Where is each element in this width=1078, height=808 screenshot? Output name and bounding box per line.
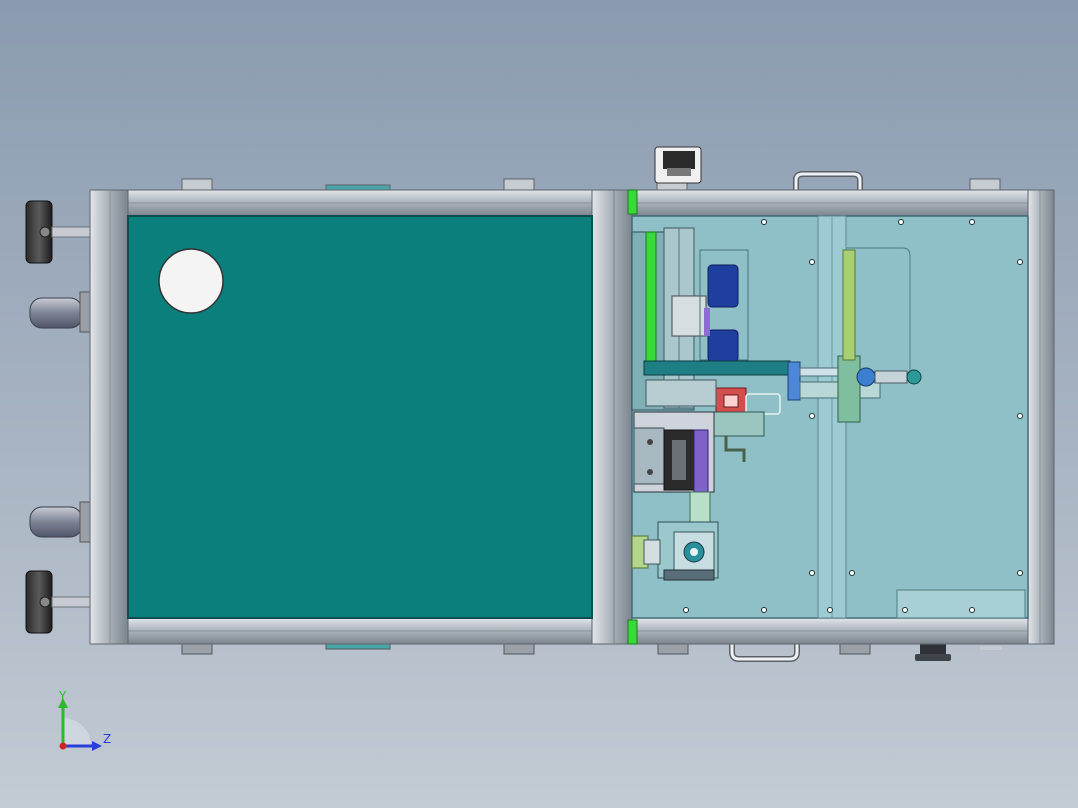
- bottom-fittings: [181, 643, 871, 655]
- wheel-bottom: [25, 570, 93, 634]
- left-panel: [127, 215, 593, 619]
- cad-model-top-view[interactable]: Y Z: [0, 0, 1078, 808]
- green-marker-top: [627, 189, 638, 215]
- graphics-viewport[interactable]: Y Z: [0, 0, 1078, 808]
- bottom-foot: [915, 644, 1002, 661]
- panel-hole: [158, 248, 224, 314]
- z-axis-label: Z: [103, 732, 111, 746]
- caster-bottom: [29, 501, 93, 543]
- y-axis-label: Y: [58, 689, 67, 703]
- view-triad: Y Z: [58, 689, 111, 751]
- caster-top: [29, 291, 93, 333]
- top-fittings: [181, 177, 1001, 191]
- wheel-top: [25, 200, 93, 264]
- top-sensor-box: [654, 146, 702, 184]
- top-handle: [793, 171, 863, 190]
- origin-point: [59, 742, 67, 750]
- green-marker-bottom: [627, 619, 638, 645]
- bottom-handle: [729, 644, 800, 662]
